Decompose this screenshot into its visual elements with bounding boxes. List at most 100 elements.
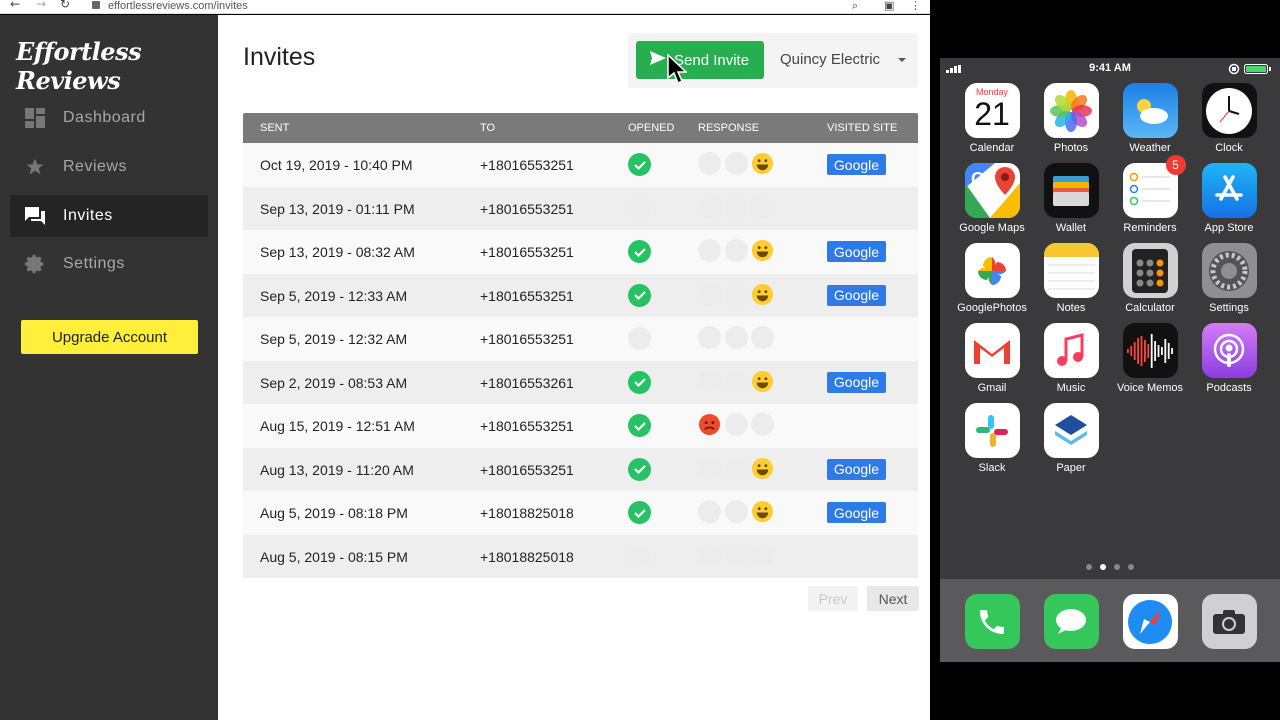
check-icon [628,414,651,437]
app-settings[interactable]: Settings [1190,243,1268,314]
sidebar: Effortless Reviews Dashboard Reviews Inv… [0,15,218,720]
response-slot-icon [725,369,748,393]
dock-camera[interactable] [1190,594,1268,649]
calendar-date: 21 [974,96,1010,132]
response-slot-icon [751,326,774,349]
visited-site-button[interactable]: Google [827,458,886,480]
column-response[interactable]: RESPONSE [698,122,759,134]
check-icon [628,283,651,307]
page-dot[interactable] [1128,564,1134,570]
app-reminders[interactable]: 5 Reminders [1111,155,1189,234]
column-opened[interactable]: OPENED [628,122,674,134]
lock-icon [92,1,100,9]
app-google-maps[interactable]: G Google Maps [953,163,1031,234]
app-music[interactable]: Music [1032,323,1110,394]
page-dot[interactable] [1114,564,1120,570]
check-icon [628,501,651,524]
logo[interactable]: Effortless Reviews [16,37,218,95]
app-label: Podcasts [1206,382,1252,394]
table-row: Sep 5, 2019 - 12:33 AM +18016553251 Google [243,273,918,317]
table-row: Aug 15, 2019 - 12:51 AM +18016553251 [243,404,918,448]
visited-site-button[interactable]: Google [827,284,886,306]
app-label: Google Maps [959,222,1025,234]
camera-icon [1201,594,1257,649]
upgrade-account-button[interactable]: Upgrade Account [21,320,198,354]
sidebar-item-label: Dashboard [63,109,146,126]
address-bar[interactable]: effortlessreviews.com/invites [108,0,248,12]
app-calendar[interactable]: Monday 21 Calendar [953,83,1031,154]
app-label: Weather [1129,142,1171,154]
app-label: Settings [1209,302,1249,314]
sent-date: Aug 5, 2019 - 08:18 PM [260,505,408,521]
happy-face-icon [751,370,774,393]
recipient-phone: +18016553251 [480,157,574,173]
app-weather[interactable]: Weather [1111,83,1189,154]
company-select[interactable]: Quincy Electric [780,51,880,68]
prev-button[interactable]: Prev [808,586,858,611]
sidebar-item-label: Invites [63,207,113,224]
browser-chrome: ← → ↻ effortlessreviews.com/invites ⌕ ▣ … [0,0,930,14]
phone-home-screen: 9:41 AM Monday 21 Calendar Photos Weather Clo… [940,58,1280,662]
table-row: Sep 2, 2019 - 08:53 AM +18016553261 Google [243,360,918,404]
send-invite-button[interactable]: Send Invite [636,41,764,79]
response-slot-icon [725,500,748,523]
app-clock[interactable]: Clock [1190,83,1268,154]
check-icon [628,457,651,481]
column-sent[interactable]: SENT [260,122,289,134]
zoom-icon[interactable]: ⌕ [852,0,858,13]
app-google-photos[interactable]: GooglePhotos [953,243,1031,314]
menu-icon[interactable]: ⋮ [910,0,921,12]
app-paper[interactable]: Paper [1032,403,1110,474]
podcasts-icon [1201,323,1257,378]
sent-date: Aug 15, 2019 - 12:51 AM [260,418,415,434]
dock-phone[interactable] [953,594,1031,649]
reminders-icon: 5 [1122,155,1186,218]
app-notes[interactable]: Notes [1032,243,1110,314]
visited-site-button[interactable]: Google [827,502,886,523]
forward-icon[interactable]: → [36,0,46,11]
recipient-phone: +18016553251 [480,461,574,478]
chevron-down-icon[interactable] [898,58,906,62]
page-dot[interactable] [1086,564,1092,570]
dock-messages[interactable] [1032,594,1110,649]
app-label: App Store [1204,222,1254,234]
app-voice-memos[interactable]: Voice Memos [1111,323,1189,394]
app-calculator[interactable]: Calculator [1111,243,1189,314]
reload-icon[interactable]: ↻ [60,0,70,11]
dock [940,579,1280,662]
notes-icon [1043,243,1099,298]
dock-safari[interactable] [1111,594,1189,649]
calculator-icon [1122,243,1178,298]
recipient-phone: +18016553251 [480,331,574,347]
sidebar-item-dashboard[interactable]: Dashboard [10,97,208,139]
page-dot[interactable] [1100,564,1106,570]
settings-icon [1201,243,1257,298]
app-photos[interactable]: Photos [1032,83,1110,154]
app-label: Clock [1215,142,1243,154]
app-podcasts[interactable]: Podcasts [1190,323,1268,394]
profile-icon[interactable]: ▣ [884,0,894,12]
app-gmail[interactable]: Gmail [953,323,1031,394]
web-app: Effortless Reviews Dashboard Reviews Inv… [0,15,930,720]
column-to[interactable]: TO [480,122,495,134]
next-button[interactable]: Next [867,586,919,611]
visited-site-button[interactable]: Google [827,154,886,175]
response-slot-icon [725,282,748,306]
app-slack[interactable]: Slack [953,403,1031,474]
back-icon[interactable]: ← [10,0,20,11]
gear-icon [24,253,46,275]
visited-site-button[interactable]: Google [827,371,886,393]
column-visited-site[interactable]: VISITED SITE [827,122,897,134]
visited-site-button[interactable]: Google [827,241,886,262]
invites-table: SENT TO OPENED RESPONSE VISITED SITE Oct… [243,113,918,578]
sidebar-item-reviews[interactable]: Reviews [10,146,208,188]
recipient-phone: +18018825018 [480,505,574,521]
app-label: Reminders [1123,222,1177,234]
app-app-store[interactable]: App Store [1190,163,1268,234]
slack-icon [964,403,1020,458]
sidebar-item-settings[interactable]: Settings [10,243,208,285]
sidebar-item-invites[interactable]: Invites [10,195,208,237]
music-icon [1043,323,1099,378]
app-wallet[interactable]: Wallet [1032,163,1110,234]
table-row: Aug 5, 2019 - 08:15 PM +18018825018 [243,534,918,578]
